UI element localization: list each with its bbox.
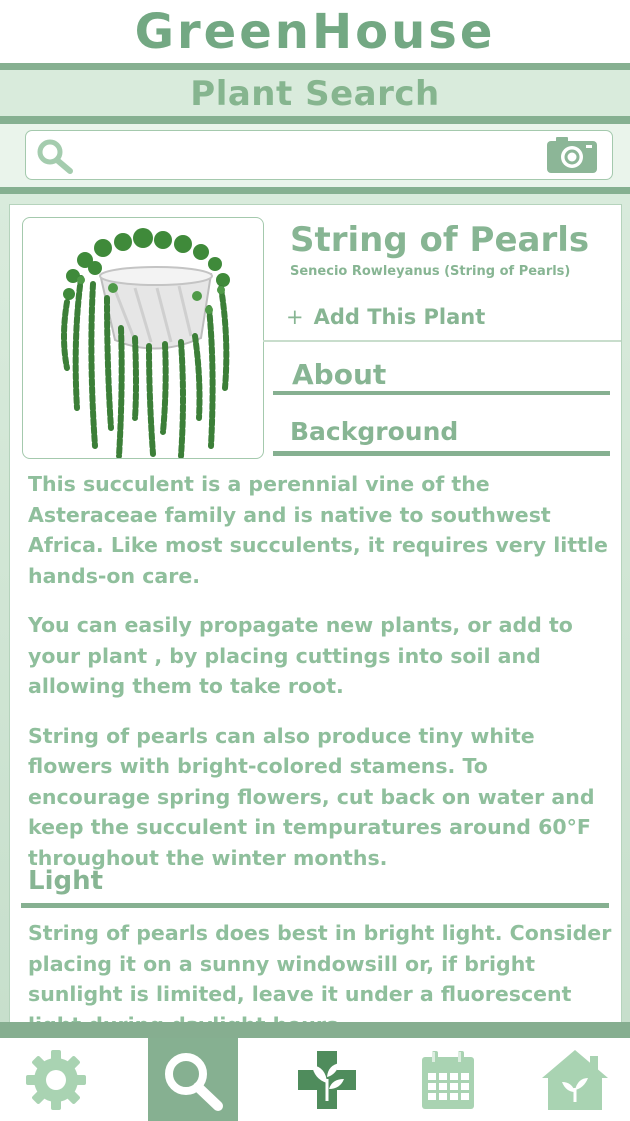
background-underline <box>273 451 610 456</box>
nav-plant-care[interactable] <box>282 1038 372 1121</box>
plant-scientific-name: Senecio Rowleyanus (String of Pearls) <box>290 264 571 279</box>
plant-care-icon <box>298 1050 356 1109</box>
search-icon[interactable] <box>35 138 75 174</box>
nav-search[interactable] <box>148 1038 238 1121</box>
header-divider <box>0 63 630 70</box>
search-box[interactable] <box>25 130 613 180</box>
paragraph: String of pearls can also produce tiny w… <box>28 723 595 870</box>
plus-icon: + <box>286 305 304 329</box>
plant-image <box>22 217 264 459</box>
light-paragraph: String of pearls does best in bright lig… <box>28 921 612 1023</box>
search-input[interactable] <box>86 137 550 173</box>
plant-name: String of Pearls <box>290 220 590 260</box>
section-heading-background: Background <box>290 417 459 446</box>
camera-icon[interactable] <box>546 136 598 174</box>
paragraph: This succulent is a perennial vine of th… <box>28 472 608 588</box>
about-underline <box>273 391 610 395</box>
string-of-pearls-illustration <box>61 228 230 458</box>
background-text: This succulent is a perennial vine of th… <box>28 469 613 892</box>
screen-title-band: Plant Search <box>0 70 630 116</box>
header-separator <box>263 340 621 342</box>
nav-divider <box>0 1022 630 1038</box>
calendar-icon <box>422 1050 474 1109</box>
gear-icon <box>26 1049 86 1110</box>
page-title: Plant Search <box>190 74 440 114</box>
bottom-nav <box>0 1038 630 1121</box>
nav-settings[interactable] <box>11 1038 101 1121</box>
title-divider <box>0 116 630 124</box>
plant-detail-card: String of Pearls Senecio Rowleyanus (Str… <box>9 204 622 1023</box>
light-underline <box>21 903 609 908</box>
search-icon <box>165 1052 223 1111</box>
nav-calendar[interactable] <box>403 1038 493 1121</box>
logo-text: GreenHouse <box>134 4 496 60</box>
search-divider <box>0 187 630 194</box>
add-plant-button[interactable]: + Add This Plant <box>284 301 487 333</box>
add-plant-label: Add This Plant <box>313 305 486 329</box>
app-logo: GreenHouse <box>0 0 630 64</box>
tab-about[interactable]: About <box>292 357 386 393</box>
nav-home[interactable] <box>530 1038 620 1121</box>
home-icon <box>542 1049 608 1110</box>
paragraph: You can easily propagate new plants, or … <box>28 613 573 698</box>
section-heading-light: Light <box>28 866 104 896</box>
search-bar-area <box>0 124 630 187</box>
